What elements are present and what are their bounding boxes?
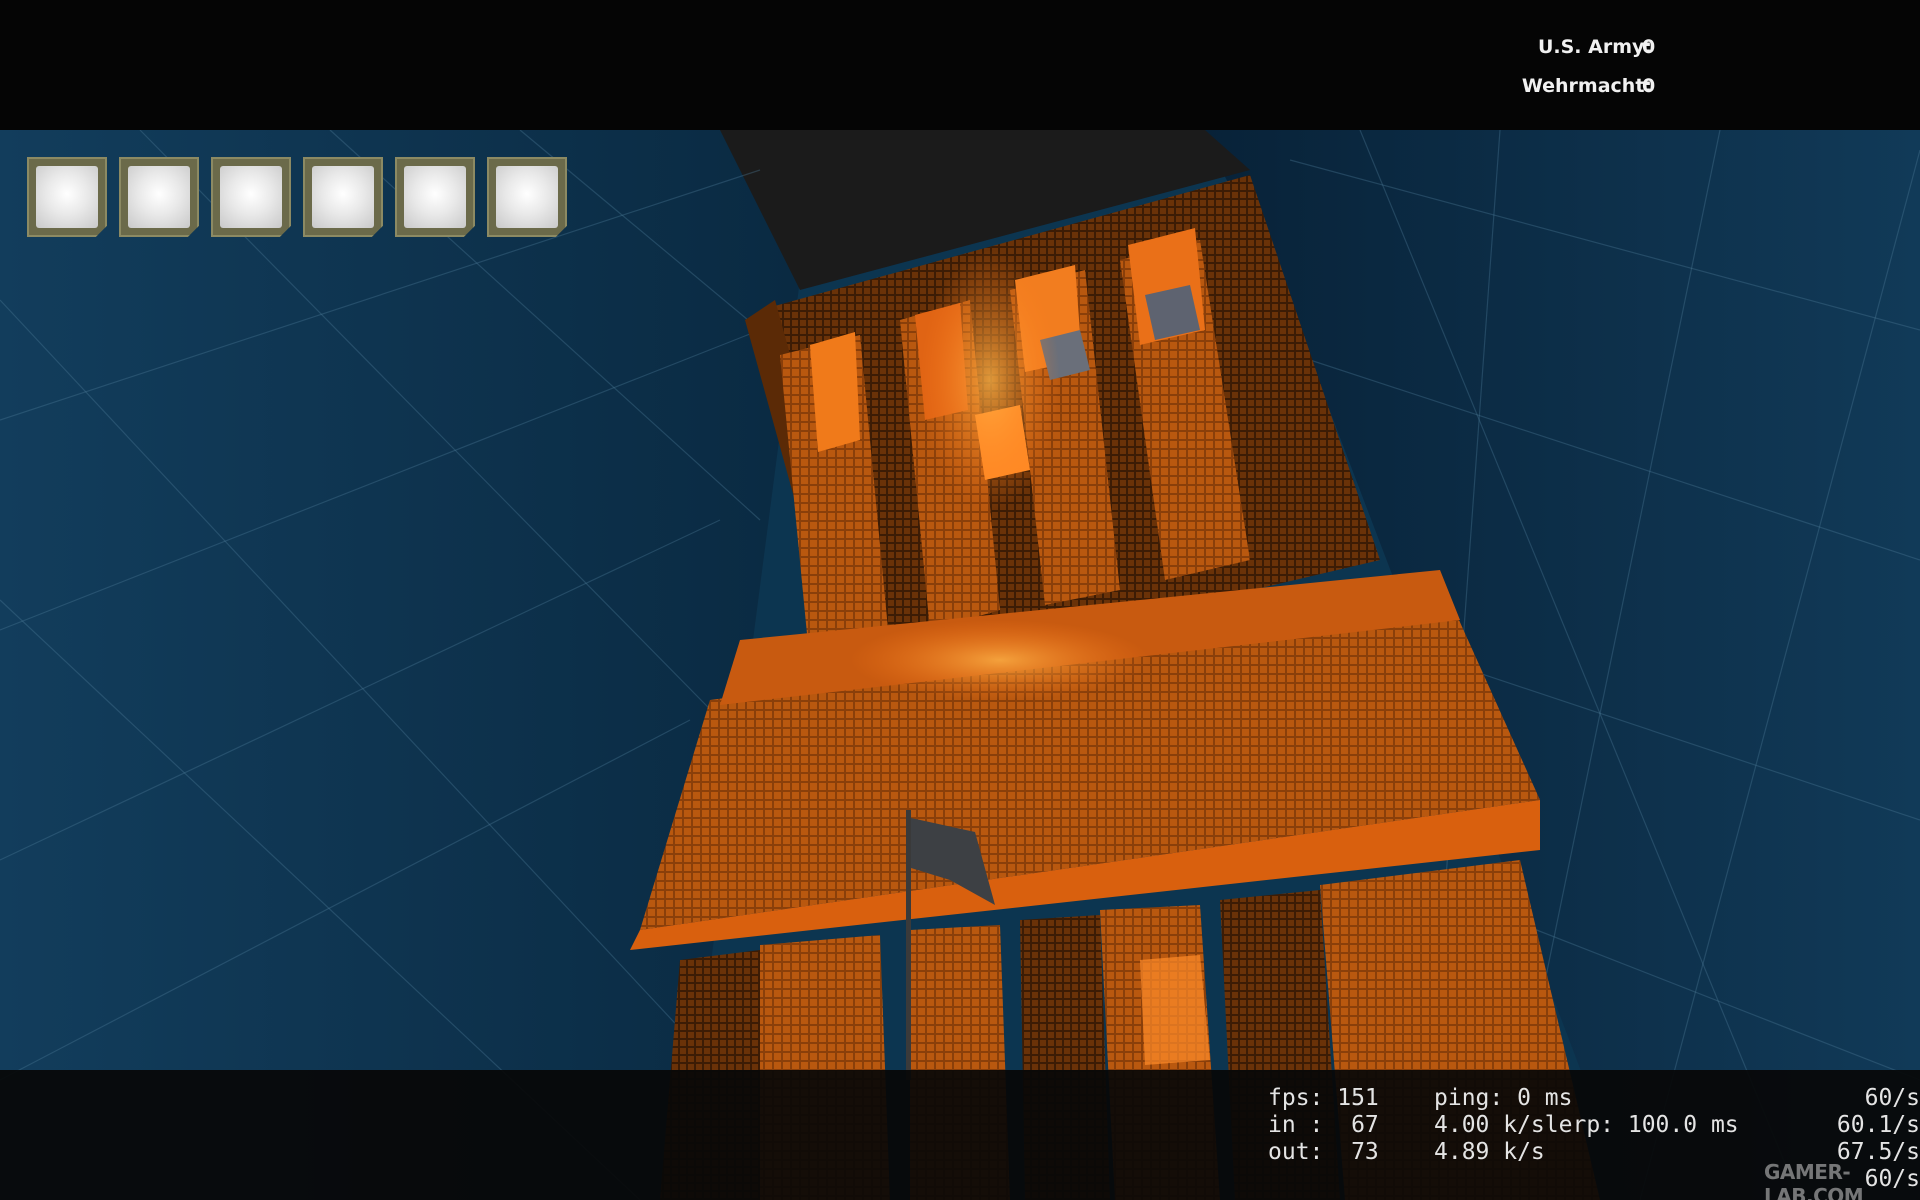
watermark-logo: GAMER-LAB.COM bbox=[1764, 1160, 1864, 1200]
inventory-slot-1[interactable] bbox=[27, 157, 107, 237]
team-name-label: U.S. Army: bbox=[1537, 36, 1652, 58]
empty-slot-icon bbox=[220, 166, 282, 228]
team-scoreboard: U.S. Army: 0 Wehrmacht: 0 bbox=[1480, 36, 1780, 114]
rate-readout: 60/s bbox=[1864, 1085, 1920, 1111]
empty-slot-icon bbox=[36, 166, 98, 228]
inventory-slot-4[interactable] bbox=[303, 157, 383, 237]
score-row-wehrmacht: Wehrmacht: 0 bbox=[1480, 75, 1780, 114]
netgraph-row-fps: fps: 151 ping: 0 ms 60/s bbox=[1268, 1085, 1920, 1112]
empty-slot-icon bbox=[312, 166, 374, 228]
score-row-us-army: U.S. Army: 0 bbox=[1480, 36, 1780, 75]
game-viewport[interactable]: U.S. Army: 0 Wehrmacht: 0 fps: 151 ping:… bbox=[0, 0, 1920, 1200]
inventory-slot-3[interactable] bbox=[211, 157, 291, 237]
ping-readout: ping: 0 ms bbox=[1434, 1085, 1573, 1111]
inventory-slot-2[interactable] bbox=[119, 157, 199, 237]
team-score: 0 bbox=[1642, 36, 1656, 58]
team-name-label: Wehrmacht: bbox=[1521, 75, 1652, 97]
inventory-slot-6[interactable] bbox=[487, 157, 567, 237]
in-rate-lerp-readout: 4.00 k/slerp: 100.0 ms bbox=[1434, 1112, 1739, 1138]
out-rate-readout: 4.89 k/s bbox=[1434, 1139, 1545, 1165]
out-readout: out: 73 bbox=[1268, 1139, 1379, 1165]
empty-slot-icon bbox=[496, 166, 558, 228]
netgraph-row-in: in : 67 4.00 k/slerp: 100.0 ms 60.1/s bbox=[1268, 1112, 1920, 1139]
in-readout: in : 67 bbox=[1268, 1112, 1379, 1138]
in-update-readout: 60.1/s bbox=[1836, 1112, 1920, 1138]
fps-readout: fps: 151 bbox=[1268, 1085, 1379, 1111]
inventory-bar bbox=[27, 157, 567, 237]
team-score: 0 bbox=[1642, 75, 1656, 97]
empty-slot-icon bbox=[404, 166, 466, 228]
empty-slot-icon bbox=[128, 166, 190, 228]
inventory-slot-5[interactable] bbox=[395, 157, 475, 237]
